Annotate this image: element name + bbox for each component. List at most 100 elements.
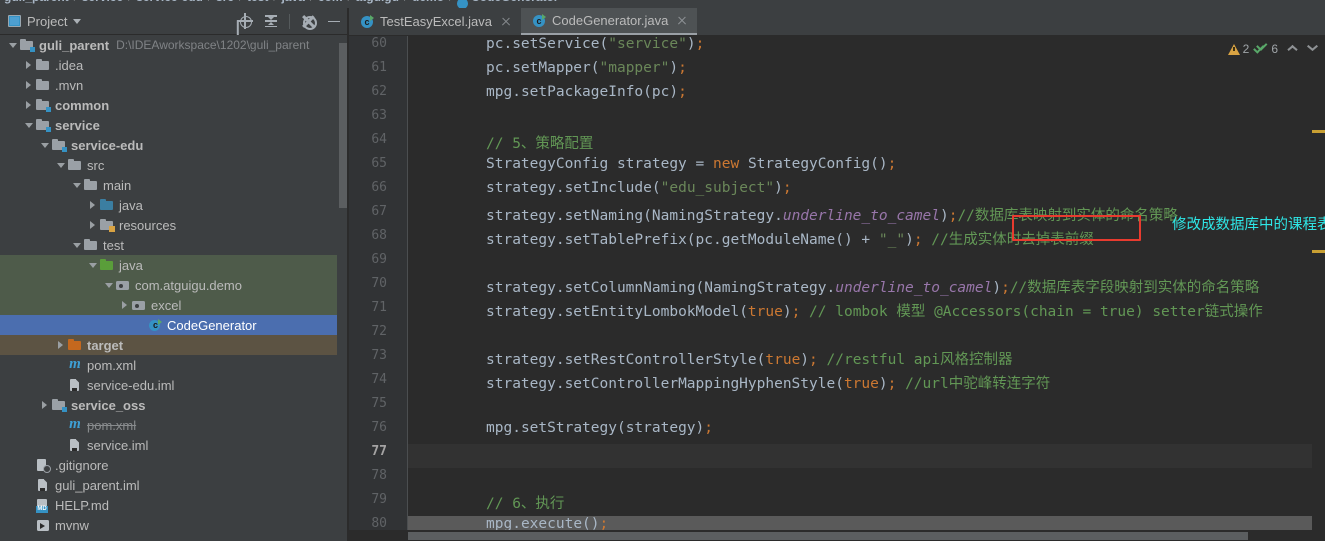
warning-marker[interactable] xyxy=(1312,130,1325,133)
line-number[interactable]: 65 xyxy=(349,156,395,180)
editor-marker-bar[interactable] xyxy=(1312,64,1325,541)
tree-item--gitignore[interactable]: .gitignore xyxy=(0,455,348,475)
editor-tab-codegenerator-java[interactable]: CodeGenerator.java xyxy=(521,8,698,35)
code-line[interactable]: // 5、策略配置 xyxy=(408,132,1325,156)
chevron-down-icon[interactable] xyxy=(22,122,35,128)
line-number[interactable]: 68 xyxy=(349,228,395,252)
code-line[interactable] xyxy=(408,252,1325,276)
line-number[interactable]: 67 xyxy=(349,204,395,228)
locate-icon[interactable] xyxy=(237,13,253,29)
minimize-icon[interactable] xyxy=(326,13,342,29)
breadcrumb-item[interactable]: src xyxy=(216,0,234,4)
breadcrumb-item[interactable]: demo xyxy=(412,0,444,4)
tree-item-target[interactable]: target xyxy=(0,335,348,355)
line-number[interactable]: 74 xyxy=(349,372,395,396)
editor-horizontal-scrollbar[interactable] xyxy=(408,530,1308,541)
tree-item-com-atguigu-demo[interactable]: com.atguigu.demo xyxy=(0,275,348,295)
tree-item-src[interactable]: src xyxy=(0,155,348,175)
chevron-down-icon[interactable] xyxy=(73,18,82,24)
tree-item-service-edu[interactable]: service-edu xyxy=(0,135,348,155)
tree-item--idea[interactable]: .idea xyxy=(0,55,348,75)
tree-item-mvnw[interactable]: mvnw xyxy=(0,515,348,535)
line-number-gutter[interactable]: 60 61 62 63 64 65 66 67 68 69 70 71 72 73 74 75 76 77 78 79… xyxy=(349,36,395,541)
chevron-right-icon[interactable] xyxy=(38,401,51,409)
code-line[interactable] xyxy=(408,324,1325,348)
scrollbar-thumb[interactable] xyxy=(408,532,1248,540)
collapse-all-icon[interactable] xyxy=(263,13,279,29)
code-line[interactable]: StrategyConfig strategy = new StrategyCo… xyxy=(408,156,1325,180)
chevron-right-icon[interactable] xyxy=(86,221,99,229)
tree-item-service[interactable]: service xyxy=(0,115,348,135)
line-number[interactable]: 60 xyxy=(349,36,395,60)
chevron-down-icon[interactable] xyxy=(86,262,99,268)
code-line[interactable]: mpg.setStrategy(strategy); xyxy=(408,420,1325,444)
tree-item-java[interactable]: java xyxy=(0,195,348,215)
line-number[interactable]: 62 xyxy=(349,84,395,108)
tree-item-guli-parent-iml[interactable]: guli_parent.iml xyxy=(0,475,348,495)
chevron-down-icon[interactable] xyxy=(102,282,115,288)
code-line[interactable]: strategy.setEntityLombokModel(true); // … xyxy=(408,300,1325,324)
tree-item-excel[interactable]: excel xyxy=(0,295,348,315)
breadcrumb-item[interactable]: com xyxy=(318,0,343,4)
chevron-right-icon[interactable] xyxy=(86,201,99,209)
chevron-right-icon[interactable] xyxy=(54,341,67,349)
warning-count-item[interactable]: 2 xyxy=(1227,42,1249,56)
tree-item-java[interactable]: java xyxy=(0,255,348,275)
line-number[interactable]: 61 xyxy=(349,60,395,84)
chevron-right-icon[interactable] xyxy=(22,81,35,89)
close-icon[interactable] xyxy=(676,15,688,27)
line-number[interactable]: 64 xyxy=(349,132,395,156)
scrollbar-thumb[interactable] xyxy=(339,43,347,208)
gear-icon[interactable] xyxy=(300,13,317,30)
line-number[interactable]: 70 xyxy=(349,276,395,300)
code-line[interactable] xyxy=(408,396,1325,420)
tree-item-help-md[interactable]: MD HELP.md xyxy=(0,495,348,515)
breadcrumb-item[interactable]: CodeGenerator xyxy=(471,0,558,4)
close-icon[interactable] xyxy=(500,16,512,28)
chevron-down-icon[interactable] xyxy=(1304,42,1318,56)
line-number[interactable]: 78 xyxy=(349,468,395,492)
line-number[interactable]: 77 xyxy=(349,444,395,468)
line-number[interactable]: 75 xyxy=(349,396,395,420)
code-editor[interactable]: 60 61 62 63 64 65 66 67 68 69 70 71 72 73 74 75 76 77 78 79… xyxy=(349,36,1325,541)
chevron-down-icon[interactable] xyxy=(38,142,51,148)
tree-item-test[interactable]: test xyxy=(0,235,348,255)
tree-item-service-edu-iml[interactable]: service-edu.iml xyxy=(0,375,348,395)
line-number[interactable]: 63 xyxy=(349,108,395,132)
chevron-right-icon[interactable] xyxy=(22,101,35,109)
tree-item-service-oss[interactable]: service_oss xyxy=(0,395,348,415)
code-line[interactable]: strategy.setControllerMappingHyphenStyle… xyxy=(408,372,1325,396)
tree-item-guli-parent[interactable]: guli_parent D:\IDEAworkspace\1202\guli_pa… xyxy=(0,35,348,55)
line-number[interactable]: 71 xyxy=(349,300,395,324)
breadcrumb-item[interactable]: test xyxy=(247,0,268,4)
code-line[interactable]: pc.setService("service"); xyxy=(408,36,1325,60)
chevron-down-icon[interactable] xyxy=(70,242,83,248)
chevron-right-icon[interactable] xyxy=(118,301,131,309)
chevron-up-icon[interactable] xyxy=(1284,42,1298,56)
warning-marker[interactable] xyxy=(1312,250,1325,253)
chevron-down-icon[interactable] xyxy=(70,182,83,188)
code-line[interactable]: strategy.setInclude("edu_subject"); xyxy=(408,180,1325,204)
breadcrumb-item[interactable]: guli_parent xyxy=(4,0,69,4)
tree-item-codegenerator[interactable]: CodeGenerator xyxy=(0,315,348,335)
breadcrumb-item[interactable]: service xyxy=(82,0,123,4)
tree-item-pom-xml[interactable]: pom.xml xyxy=(0,355,348,375)
tree-item-service-iml[interactable]: service.iml xyxy=(0,435,348,455)
code-line[interactable] xyxy=(408,108,1325,132)
code-line[interactable] xyxy=(408,468,1325,492)
project-tree[interactable]: guli_parent D:\IDEAworkspace\1202\guli_pa… xyxy=(0,35,348,541)
editor-tab-testeasyexcel-java[interactable]: TestEasyExcel.java xyxy=(349,8,521,35)
chevron-right-icon[interactable] xyxy=(22,61,35,69)
tree-item-main[interactable]: main xyxy=(0,175,348,195)
code-line[interactable] xyxy=(408,444,1325,468)
breadcrumb-item[interactable]: java xyxy=(281,0,304,4)
line-number[interactable]: 69 xyxy=(349,252,395,276)
code-content[interactable]: pc.setService("service"); pc.setMapper("m… xyxy=(408,36,1325,541)
tree-item-pom-xml[interactable]: pom.xml xyxy=(0,415,348,435)
project-view-selector[interactable]: Project xyxy=(8,14,237,29)
code-line[interactable]: strategy.setColumnNaming(NamingStrategy.… xyxy=(408,276,1325,300)
tree-item--mvn[interactable]: .mvn xyxy=(0,75,348,95)
code-line[interactable]: pc.setMapper("mapper"); xyxy=(408,60,1325,84)
line-number[interactable]: 66 xyxy=(349,180,395,204)
code-line[interactable]: mpg.setPackageInfo(pc); xyxy=(408,84,1325,108)
